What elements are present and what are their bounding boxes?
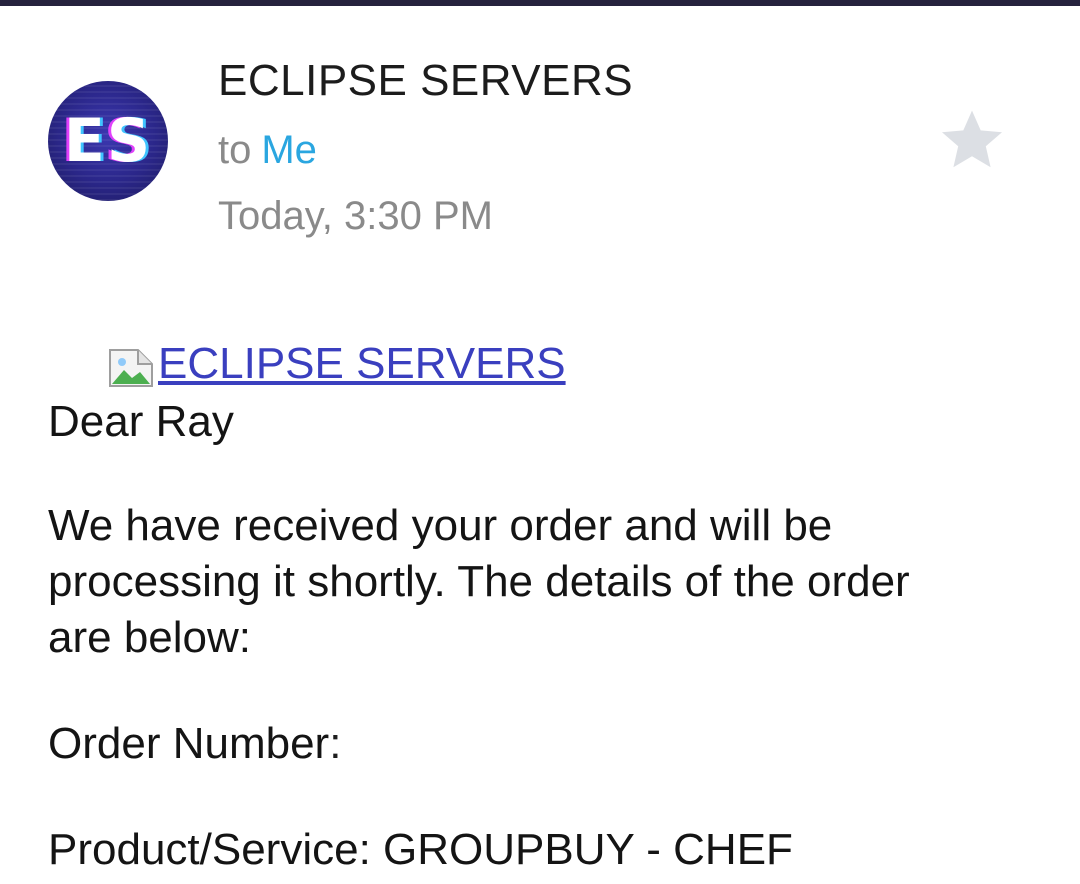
star-icon[interactable]: [936, 104, 1008, 176]
recipient-name[interactable]: Me: [261, 128, 317, 172]
redaction-mark: [360, 698, 710, 794]
paragraph-line: processing it shortly. The details of th…: [48, 557, 910, 606]
broken-image-icon: [108, 348, 154, 388]
avatar-initials: ES: [63, 106, 153, 176]
order-number-label: Order Number:: [48, 719, 342, 768]
paragraph-line: are below:: [48, 613, 252, 662]
product-line: Product/Service: GROUPBUY - CHEF: [48, 825, 793, 874]
to-label: to: [218, 128, 252, 172]
sender-avatar[interactable]: ES: [48, 81, 168, 201]
timestamp: Today, 3:30 PM: [218, 194, 493, 238]
banner-link[interactable]: ECLIPSE SERVERS: [158, 340, 566, 388]
greeting: Dear Ray: [48, 397, 234, 446]
sender-name[interactable]: ECLIPSE SERVERS: [218, 56, 633, 106]
message-paragraph: We have received your order and will be …: [48, 498, 910, 666]
paragraph-line: We have received your order and will be: [48, 501, 833, 550]
recipient-line: to Me: [218, 128, 317, 173]
top-bar: [0, 0, 1080, 6]
banner: ECLIPSE SERVERS: [108, 340, 566, 388]
